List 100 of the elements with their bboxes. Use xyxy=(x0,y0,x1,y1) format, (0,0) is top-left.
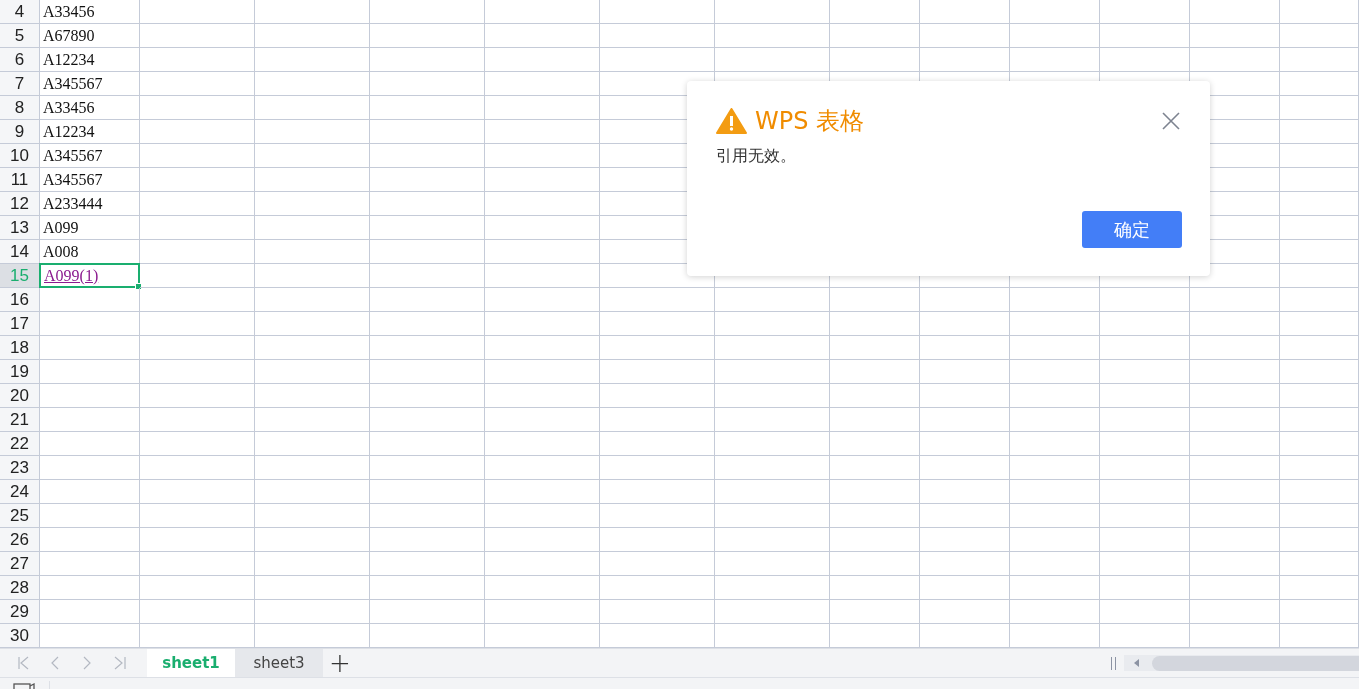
table-cell[interactable] xyxy=(485,432,600,456)
table-cell[interactable] xyxy=(255,24,370,48)
row-number[interactable]: 9 xyxy=(0,120,40,144)
table-cell[interactable] xyxy=(40,576,140,600)
table-cell[interactable] xyxy=(920,360,1010,384)
table-cell[interactable] xyxy=(370,480,485,504)
table-cell[interactable] xyxy=(1100,48,1190,72)
table-cell[interactable] xyxy=(255,576,370,600)
table-cell[interactable] xyxy=(830,552,920,576)
table-cell[interactable] xyxy=(140,240,255,264)
table-cell[interactable] xyxy=(40,552,140,576)
table-cell[interactable] xyxy=(485,504,600,528)
table-cell[interactable] xyxy=(1190,480,1280,504)
table-cell[interactable] xyxy=(140,504,255,528)
row-number[interactable]: 12 xyxy=(0,192,40,216)
table-cell[interactable] xyxy=(830,528,920,552)
table-cell[interactable] xyxy=(1280,360,1359,384)
row-number[interactable]: 13 xyxy=(0,216,40,240)
table-cell[interactable] xyxy=(600,0,715,24)
table-cell[interactable] xyxy=(485,240,600,264)
table-cell[interactable] xyxy=(140,48,255,72)
table-cell[interactable] xyxy=(830,504,920,528)
table-cell[interactable] xyxy=(715,312,830,336)
table-cell[interactable] xyxy=(140,96,255,120)
table-cell[interactable] xyxy=(370,72,485,96)
table-cell[interactable] xyxy=(140,192,255,216)
table-cell[interactable] xyxy=(1280,312,1359,336)
table-cell[interactable]: A345567 xyxy=(40,168,140,192)
table-cell[interactable] xyxy=(600,456,715,480)
table-cell[interactable] xyxy=(255,288,370,312)
table-cell[interactable] xyxy=(830,312,920,336)
table-cell[interactable] xyxy=(600,288,715,312)
table-cell[interactable] xyxy=(1100,600,1190,624)
table-cell[interactable] xyxy=(920,432,1010,456)
table-cell[interactable] xyxy=(830,24,920,48)
table-cell[interactable] xyxy=(715,48,830,72)
table-cell[interactable] xyxy=(40,408,140,432)
table-cell[interactable] xyxy=(830,336,920,360)
table-cell[interactable] xyxy=(715,480,830,504)
table-cell[interactable] xyxy=(370,408,485,432)
table-cell[interactable] xyxy=(830,384,920,408)
table-cell[interactable] xyxy=(1010,552,1100,576)
table-cell[interactable] xyxy=(370,576,485,600)
table-cell[interactable] xyxy=(140,528,255,552)
row-number[interactable]: 25 xyxy=(0,504,40,528)
table-cell[interactable] xyxy=(830,432,920,456)
table-cell[interactable] xyxy=(1010,360,1100,384)
table-cell[interactable]: A67890 xyxy=(40,24,140,48)
splitter-handle[interactable] xyxy=(1111,656,1116,670)
table-cell[interactable] xyxy=(1190,456,1280,480)
table-cell[interactable] xyxy=(140,120,255,144)
table-cell[interactable] xyxy=(485,456,600,480)
table-cell[interactable] xyxy=(370,192,485,216)
row-number[interactable]: 4 xyxy=(0,0,40,24)
table-cell[interactable] xyxy=(370,336,485,360)
table-cell[interactable] xyxy=(40,336,140,360)
table-cell[interactable] xyxy=(600,336,715,360)
row-number[interactable]: 6 xyxy=(0,48,40,72)
table-cell[interactable] xyxy=(1280,384,1359,408)
table-cell[interactable] xyxy=(920,408,1010,432)
last-sheet-icon[interactable] xyxy=(112,655,128,671)
table-cell[interactable] xyxy=(1100,288,1190,312)
table-cell[interactable] xyxy=(255,96,370,120)
row-number[interactable]: 8 xyxy=(0,96,40,120)
table-cell[interactable] xyxy=(370,384,485,408)
table-cell[interactable] xyxy=(1100,528,1190,552)
table-cell[interactable] xyxy=(715,0,830,24)
table-cell[interactable] xyxy=(1190,0,1280,24)
table-cell[interactable] xyxy=(485,312,600,336)
table-cell[interactable] xyxy=(370,48,485,72)
table-cell[interactable] xyxy=(1100,24,1190,48)
table-cell[interactable] xyxy=(1010,336,1100,360)
row-number[interactable]: 14 xyxy=(0,240,40,264)
row-number[interactable]: 27 xyxy=(0,552,40,576)
table-cell[interactable] xyxy=(370,216,485,240)
table-cell[interactable] xyxy=(140,552,255,576)
table-cell[interactable] xyxy=(715,408,830,432)
table-cell[interactable] xyxy=(485,24,600,48)
table-cell[interactable] xyxy=(370,456,485,480)
table-cell[interactable] xyxy=(1010,384,1100,408)
table-cell[interactable] xyxy=(1190,552,1280,576)
table-cell[interactable] xyxy=(830,480,920,504)
table-cell[interactable] xyxy=(1280,144,1359,168)
table-cell[interactable] xyxy=(40,360,140,384)
table-cell[interactable] xyxy=(40,312,140,336)
table-cell[interactable] xyxy=(255,264,370,288)
table-cell[interactable] xyxy=(1100,480,1190,504)
table-cell[interactable] xyxy=(830,456,920,480)
table-cell[interactable] xyxy=(140,312,255,336)
table-cell[interactable] xyxy=(485,528,600,552)
table-cell[interactable]: A33456 xyxy=(40,0,140,24)
table-cell[interactable] xyxy=(1280,240,1359,264)
table-cell[interactable] xyxy=(830,288,920,312)
table-cell[interactable] xyxy=(1190,576,1280,600)
table-cell[interactable] xyxy=(830,408,920,432)
table-cell[interactable] xyxy=(255,48,370,72)
table-cell[interactable] xyxy=(1190,288,1280,312)
table-cell[interactable]: A12234 xyxy=(40,120,140,144)
table-cell[interactable] xyxy=(1010,48,1100,72)
row-number[interactable]: 5 xyxy=(0,24,40,48)
